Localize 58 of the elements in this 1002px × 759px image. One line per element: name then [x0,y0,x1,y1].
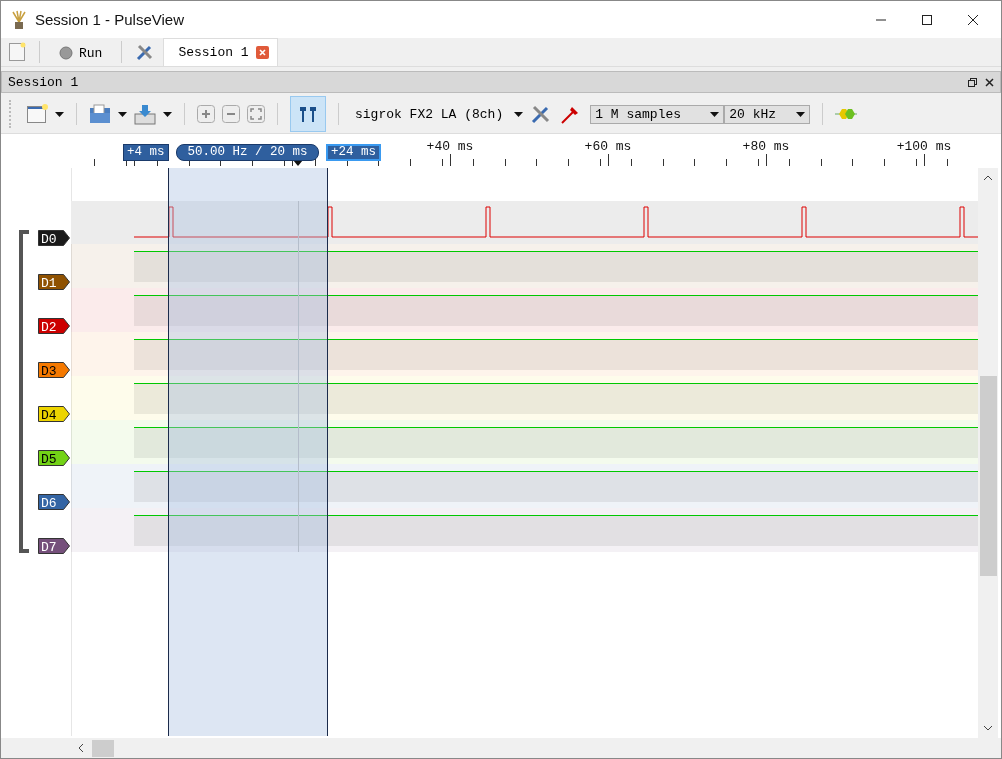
caret-icon [710,111,720,117]
channel-name: D0 [41,232,57,247]
caret-icon[interactable] [118,111,127,117]
close-icon[interactable] [985,77,994,87]
vertical-scrollbar[interactable] [978,168,998,738]
cursors-toggle-button[interactable] [290,96,326,132]
channel-name: D4 [41,408,57,423]
channel-name: D5 [41,452,57,467]
new-session-icon[interactable] [26,104,48,124]
ruler-label: +40 ms [426,139,474,154]
float-icon[interactable] [968,77,977,87]
channel-tag[interactable]: D4 [38,406,70,423]
channel-name: D3 [41,364,57,379]
channel-tag[interactable]: D2 [38,318,70,335]
cursors-icon [298,105,318,123]
scroll-up-icon[interactable] [983,175,993,181]
channel-tag[interactable]: D5 [38,450,70,467]
cursor-flag[interactable]: +4 ms [123,144,169,161]
cursor-flag[interactable]: +24 ms [326,144,381,161]
channel-tag[interactable]: D0 [38,230,70,247]
ruler-label: +100 ms [896,139,952,154]
scroll-left-icon[interactable] [78,743,84,753]
channel-name: D1 [41,276,57,291]
sample-count-dropdown[interactable]: 1 M samples [590,104,725,124]
channel-tag[interactable]: D7 [38,538,70,555]
scroll-thumb[interactable] [979,376,997,576]
maximize-icon[interactable] [921,13,933,26]
channel-name: D6 [41,496,57,511]
record-icon [59,46,73,60]
channel-name: D7 [41,540,57,555]
scroll-down-icon[interactable] [983,725,993,731]
device-selector[interactable]: sigrok FX2 LA (8ch) [351,106,508,122]
zoom-out-icon[interactable] [222,105,240,123]
session-tab[interactable]: Session 1 [163,38,278,66]
channel-tag[interactable]: D1 [38,274,70,291]
zoom-in-icon[interactable] [197,105,215,123]
channel-tag[interactable]: D3 [38,362,70,379]
window-title: Session 1 - PulseView [35,11,184,28]
sample-count-value: 1 M samples [595,106,682,122]
sample-rate-dropdown[interactable]: 20 kHz [724,104,811,124]
save-icon[interactable] [134,103,156,125]
channel-name: D2 [41,320,57,335]
close-icon[interactable] [967,13,979,26]
caret-icon [796,111,806,117]
ruler-label: +80 ms [742,139,790,154]
session-title: Session 1 [8,74,79,90]
new-session-icon[interactable] [8,42,26,62]
app-icon [11,9,27,30]
folder-icon[interactable] [89,104,111,124]
ruler-label: +60 ms [584,139,632,154]
caret-icon[interactable] [55,111,64,117]
caret-icon[interactable] [514,111,524,117]
channel-tag[interactable]: D6 [38,494,70,511]
scroll-thumb[interactable] [92,739,114,757]
caret-icon[interactable] [163,111,172,117]
run-button[interactable]: Run [53,40,109,66]
sample-rate-value: 20 kHz [729,106,777,122]
cursor-span-label[interactable]: 50.00 Hz / 20 ms [176,144,319,161]
